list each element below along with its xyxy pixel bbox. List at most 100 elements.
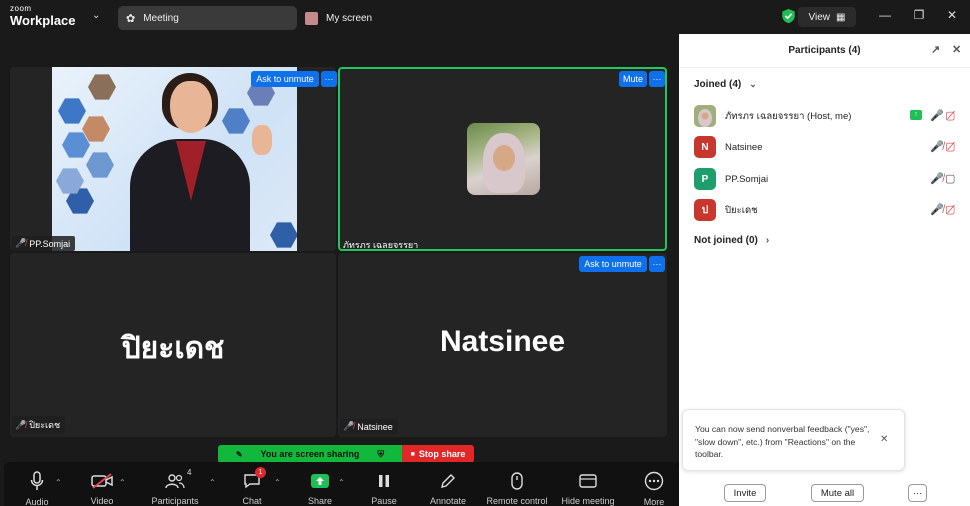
invite-button[interactable]: Invite xyxy=(724,484,766,502)
participant-row-host[interactable]: ภัทรภร เฉลยจรรยา (Host, me) ↑ 🎤 ▢̸ xyxy=(694,104,960,128)
mute-all-button[interactable]: Mute all xyxy=(811,484,864,502)
chat-unread-badge: 1 xyxy=(255,467,266,478)
close-toast-icon[interactable]: ✕ xyxy=(880,434,888,445)
video-label: Video xyxy=(90,496,114,506)
video-off-icon[interactable]: ▢̸ xyxy=(945,203,955,216)
share-options-caret-icon[interactable]: ⌃ xyxy=(338,478,345,487)
remote-control-label: Remote control xyxy=(486,496,548,506)
participant-row-pp-somjai[interactable]: P PP.Somjai 🎤̸ ▢ xyxy=(694,167,960,191)
tile-name-piyadech: 🎤̸ ปิยะเดช xyxy=(12,416,66,434)
video-on-icon[interactable]: ▢ xyxy=(945,172,955,185)
stop-share-label: Stop share xyxy=(418,449,466,459)
pause-share-button[interactable]: Pause xyxy=(370,462,398,506)
hide-meeting-button[interactable]: Hide meeting xyxy=(558,462,618,506)
participant-name: ปิยะเดช xyxy=(725,204,758,216)
audio-options-caret-icon[interactable]: ⌃ xyxy=(55,478,62,487)
mic-muted-icon: 🎤̸ xyxy=(15,419,27,430)
avatar: N xyxy=(694,136,716,158)
view-label: View xyxy=(808,11,831,23)
host-name: ภัทรภร เฉลยจรรยา xyxy=(343,240,419,250)
participant-name: PP.Somjai xyxy=(725,173,769,185)
video-tile-natsinee[interactable]: Natsinee 🎤̸ Natsinee xyxy=(338,253,667,437)
more-button[interactable]: More xyxy=(640,462,668,506)
close-icon[interactable]: ✕ xyxy=(944,8,960,22)
avatar: P xyxy=(694,168,716,190)
share-button[interactable]: Share xyxy=(306,462,334,506)
audio-label: Audio xyxy=(25,497,49,506)
minimize-icon[interactable]: — xyxy=(877,8,893,22)
meeting-toolbar: Audio ⌃ Video ⌃ Participants 4 ⌃ Chat 1 … xyxy=(4,462,689,506)
stop-square-icon: ■ xyxy=(410,450,415,458)
drag-handle-icon[interactable]: ✎ xyxy=(236,450,243,459)
not-joined-label: Not joined (0) xyxy=(694,235,758,246)
tab-meeting-label: Meeting xyxy=(143,12,179,24)
screen-sharing-banner[interactable]: ✎ You are screen sharing ⛨ xyxy=(218,445,402,463)
natsinee-name: Natsinee xyxy=(357,421,393,432)
chevron-down-icon: ⌄ xyxy=(749,79,757,89)
microphone-icon[interactable]: 🎤 xyxy=(930,109,944,122)
remote-control-button[interactable]: Remote control xyxy=(482,462,552,506)
ask-to-unmute-button-natsinee[interactable]: Ask to unmute xyxy=(579,256,647,272)
tab-my-screen[interactable]: My screen xyxy=(305,6,372,30)
mic-muted-icon[interactable]: 🎤̸ xyxy=(930,172,944,185)
participants-button[interactable]: Participants xyxy=(150,462,200,506)
tile-more-button-pp-somjai[interactable]: ··· xyxy=(321,71,337,87)
mic-muted-icon: 🎤̸ xyxy=(15,238,27,248)
close-panel-icon[interactable]: ✕ xyxy=(952,43,961,56)
tile-name-host: ภัทรภร เฉลยจรรยา xyxy=(340,236,423,254)
participant-row-piyadech[interactable]: ป ปิยะเดช 🎤̸ ▢̸ xyxy=(694,198,960,222)
joined-section-toggle[interactable]: Joined (4) ⌄ xyxy=(694,79,757,90)
panel-more-button[interactable]: ··· xyxy=(908,484,927,502)
brand-top: zoom xyxy=(10,4,32,13)
natsinee-display-name: Natsinee xyxy=(439,325,566,358)
mouse-icon xyxy=(511,471,523,490)
ask-to-unmute-button-pp-somjai[interactable]: Ask to unmute xyxy=(251,71,319,87)
participants-panel-header: Participants (4) ↗ ✕ xyxy=(679,34,970,68)
brand-bottom: Workplace xyxy=(10,13,76,28)
not-joined-section-toggle[interactable]: Not joined (0) › xyxy=(694,235,769,246)
more-label: More xyxy=(643,497,665,506)
chevron-down-icon[interactable]: ⌄ xyxy=(92,10,100,21)
chat-label: Chat xyxy=(242,496,262,506)
video-tile-piyadech[interactable]: ปิยะเดช 🎤̸ ปิยะเดช xyxy=(10,253,336,437)
chat-options-caret-icon[interactable]: ⌃ xyxy=(274,478,281,487)
pause-icon xyxy=(377,471,391,490)
video-options-caret-icon[interactable]: ⌃ xyxy=(119,478,126,487)
mute-button-host[interactable]: Mute xyxy=(619,71,647,87)
paw-icon: ✿ xyxy=(126,12,136,25)
video-off-icon[interactable]: ▢̸ xyxy=(945,140,955,153)
pencil-icon xyxy=(439,471,457,490)
tile-name-pp-somjai: 🎤̸ PP.Somjai xyxy=(12,236,76,251)
annotate-button[interactable]: Annotate xyxy=(426,462,470,506)
tile-more-button-host[interactable]: ··· xyxy=(649,71,665,87)
participants-count: 4 xyxy=(187,468,192,477)
encryption-shield-icon[interactable] xyxy=(781,8,796,24)
zoom-workplace-logo[interactable]: zoom Workplace xyxy=(10,4,76,28)
tile-more-button-natsinee[interactable]: ··· xyxy=(649,256,665,272)
pause-label: Pause xyxy=(371,496,397,506)
sharing-screen-icon: ↑ xyxy=(910,110,922,120)
restore-icon[interactable]: ❐ xyxy=(911,8,927,22)
view-button[interactable]: View ▦ xyxy=(798,7,856,27)
piyadech-display-name: ปิยะเดช xyxy=(121,332,225,365)
reactions-tip-toast: You can now send nonverbal feedback ("ye… xyxy=(682,409,905,471)
pop-out-icon[interactable]: ↗ xyxy=(931,43,940,56)
participant-row-natsinee[interactable]: N Natsinee 🎤̸ ▢̸ xyxy=(694,135,960,159)
mic-muted-icon[interactable]: 🎤̸ xyxy=(930,140,944,153)
audio-button[interactable]: Audio xyxy=(24,462,50,506)
pp-somjai-name: PP.Somjai xyxy=(29,238,71,249)
hide-window-icon xyxy=(579,471,597,490)
annotate-label: Annotate xyxy=(429,496,467,506)
chevron-right-icon: › xyxy=(765,235,770,246)
video-button[interactable]: Video xyxy=(88,462,116,506)
tab-meeting[interactable]: ✿ Meeting xyxy=(118,6,297,30)
stop-share-button[interactable]: ■ Stop share xyxy=(402,445,474,463)
grid-icon: ▦ xyxy=(836,11,846,23)
participants-options-caret-icon[interactable]: ⌃ xyxy=(209,478,216,487)
participant-name: Natsinee xyxy=(725,141,763,153)
microphone-icon xyxy=(30,471,44,491)
screen-sharing-text: You are screen sharing xyxy=(260,449,360,459)
mic-muted-icon[interactable]: 🎤̸ xyxy=(930,203,944,216)
video-off-icon[interactable]: ▢̸ xyxy=(945,109,955,122)
shield-check-icon: ⛨ xyxy=(377,448,385,459)
